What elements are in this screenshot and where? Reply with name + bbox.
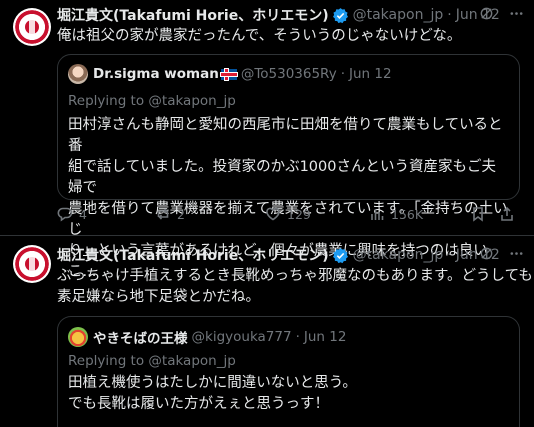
quote-date[interactable]: Jun 12	[304, 329, 347, 345]
grok-icon[interactable]	[478, 6, 494, 25]
view-count: 156K	[391, 206, 424, 222]
tweet[interactable]: 堀江貴文(Takafumi Horie、ホリエモン) @takapon_jp ·…	[0, 0, 534, 280]
more-icon[interactable]	[508, 246, 524, 265]
share-icon	[501, 206, 513, 221]
repost-count: 2	[177, 206, 185, 222]
like-icon	[266, 207, 280, 221]
quote-author-avatar[interactable]	[68, 327, 88, 347]
share-button[interactable]	[499, 206, 515, 222]
replying-to[interactable]: Replying to @takapon_jp	[68, 353, 236, 369]
quoted-tweet[interactable]: Dr.sigma woman @To530365Ry · Jun 12 Repl…	[57, 54, 520, 280]
bookmark-button[interactable]	[470, 206, 486, 222]
author-avatar[interactable]	[13, 245, 51, 283]
tweet-header: 堀江貴文(Takafumi Horie、ホリエモン) @takapon_jp ·…	[57, 5, 500, 25]
tweet[interactable]: 堀江貴文(Takafumi Horie、ホリエモン) @takapon_jp ·…	[0, 237, 534, 427]
quote-text: 田植え機使うはたしかに間違いないと思う。 でも長靴は履いた方がえぇと思うっす！	[68, 373, 509, 415]
quote-author-avatar[interactable]	[68, 64, 88, 84]
quote-line: 田植え機使うはたしかに間違いないと思う。	[68, 375, 357, 391]
author-name[interactable]: 堀江貴文(Takafumi Horie、ホリエモン)	[57, 5, 329, 25]
tweet-text: 俺は祖父の家が農家だったんで、そういうのじゃないけどな。	[57, 28, 462, 44]
more-icon[interactable]	[508, 6, 524, 25]
quote-date[interactable]: Jun 12	[349, 66, 392, 82]
tweet-line: 素足嫌なら地下足袋とかだね。	[57, 289, 260, 305]
quote-author-name[interactable]: Dr.sigma woman	[93, 66, 219, 82]
repost-button[interactable]: 2	[155, 206, 185, 222]
author-name[interactable]: 堀江貴文(Takafumi Horie、ホリエモン)	[57, 245, 329, 265]
quote-author-name[interactable]: やきそばの王様	[93, 327, 188, 347]
quote-header: やきそばの王様 @kigyouka777 · Jun 12	[68, 327, 346, 347]
tweet-actions: 4 2 129 156K	[57, 206, 520, 226]
quote-line: 組で話していました。投資家のかぶ1000さんという資産家もご夫婦で	[68, 159, 496, 196]
reply-button[interactable]: 4	[57, 206, 87, 222]
quote-line: 田村淳さんも静岡と愛知の西尾市に田畑を借りて農業もしていると番	[68, 117, 503, 154]
verified-badge-icon	[332, 7, 348, 23]
views-icon	[371, 209, 384, 220]
author-handle[interactable]: @takapon_jp	[353, 7, 444, 23]
tweet-top-actions	[478, 6, 524, 25]
like-count: 129	[287, 206, 311, 222]
bookmark-icon	[473, 207, 483, 222]
separator-dot: ·	[447, 247, 452, 263]
quote-author-handle[interactable]: @kigyouka777	[192, 329, 292, 345]
grok-icon[interactable]	[478, 246, 494, 265]
verified-badge-icon	[332, 247, 348, 263]
views-button[interactable]: 156K	[369, 206, 423, 222]
separator-dot: ·	[447, 7, 452, 23]
replying-to[interactable]: Replying to @takapon_jp	[68, 93, 236, 109]
quoted-tweet[interactable]: やきそばの王様 @kigyouka777 · Jun 12 Replying t…	[57, 316, 520, 427]
author-handle[interactable]: @takapon_jp	[353, 247, 444, 263]
like-button[interactable]: 129	[265, 206, 311, 222]
quote-header: Dr.sigma woman @To530365Ry · Jun 12	[68, 64, 392, 84]
iceland-flag-icon	[220, 68, 237, 80]
separator-dot: ·	[340, 66, 345, 82]
tweet-line: ぶっちゃけ手植えするとき長靴めっちゃ邪魔なのもあります。どうしても	[57, 268, 533, 284]
author-avatar[interactable]	[13, 8, 51, 46]
reply-count: 4	[79, 206, 87, 222]
tweet-top-actions	[478, 246, 524, 265]
repost-icon	[157, 208, 169, 220]
quote-line: でも長靴は履いた方がえぇと思うっす！	[68, 396, 329, 412]
tweet-header: 堀江貴文(Takafumi Horie、ホリエモン) @takapon_jp ·…	[57, 245, 500, 265]
tweet-text: ぶっちゃけ手植えするとき長靴めっちゃ邪魔なのもあります。どうしても 素足嫌なら地…	[57, 266, 533, 308]
quote-author-handle[interactable]: @To530365Ry	[241, 66, 337, 82]
separator-dot: ·	[295, 329, 300, 345]
reply-icon	[57, 207, 73, 222]
